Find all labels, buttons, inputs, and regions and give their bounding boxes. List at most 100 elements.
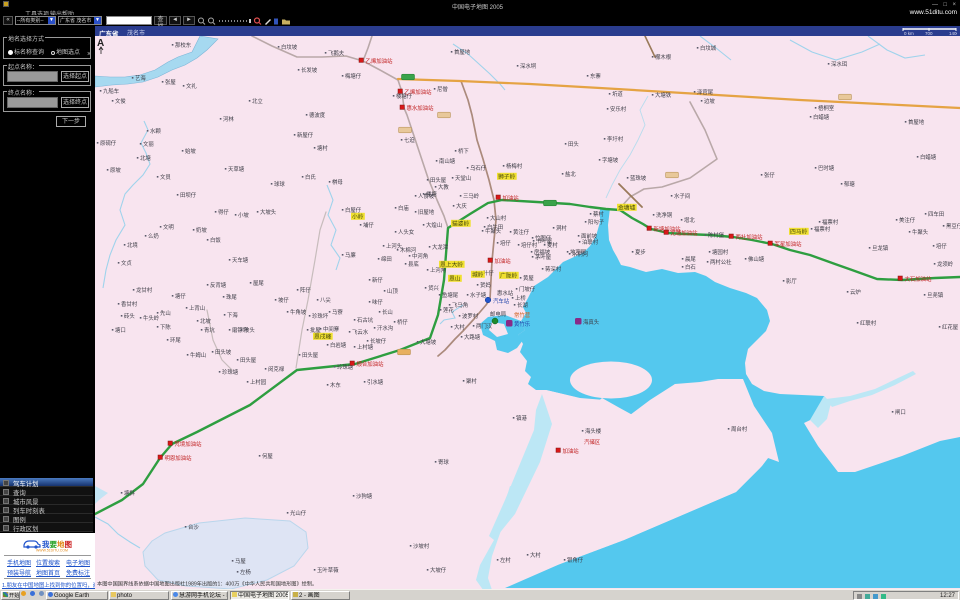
svg-text:尤塘加油站: 尤塘加油站 — [671, 229, 699, 237]
svg-text:镇港: 镇港 — [516, 414, 527, 422]
svg-text:门坡仔: 门坡仔 — [519, 285, 536, 293]
svg-text:云炉: 云炉 — [850, 288, 861, 296]
svg-text:木棉河: 木棉河 — [400, 246, 417, 254]
svg-text:田头屋: 田头屋 — [240, 356, 257, 364]
svg-text:闵克禄: 闵克禄 — [268, 365, 285, 373]
svg-text:两社加油站: 两社加油站 — [736, 233, 764, 241]
svg-text:牛姆山: 牛姆山 — [190, 351, 206, 359]
svg-text:贺妈: 贺妈 — [480, 281, 491, 289]
svg-text:狮子岭: 狮子岭 — [498, 173, 516, 181]
svg-text:大塘坡: 大塘坡 — [420, 338, 437, 346]
svg-text:蓝珠坡: 蓝珠坡 — [630, 174, 647, 182]
svg-text:首屋地: 首屋地 — [908, 118, 925, 126]
svg-text:文员: 文员 — [160, 173, 171, 181]
svg-text:新仔: 新仔 — [372, 276, 383, 284]
svg-text:圻道: 圻道 — [612, 90, 623, 98]
svg-text:大塘铁: 大塘铁 — [655, 91, 672, 99]
svg-text:增北: 增北 — [684, 216, 695, 224]
svg-text:寄球: 寄球 — [438, 458, 449, 466]
svg-text:七迫: 七迫 — [404, 136, 415, 144]
svg-text:牛聚头: 牛聚头 — [485, 227, 502, 235]
svg-text:大石加油站: 大石加油站 — [905, 275, 933, 283]
svg-text:先山: 先山 — [160, 309, 171, 317]
svg-text:深水垌: 深水垌 — [520, 62, 536, 70]
svg-text:九船车: 九船车 — [103, 87, 120, 95]
svg-text:北境: 北境 — [127, 241, 138, 249]
svg-text:人头女: 人头女 — [398, 228, 415, 236]
svg-text:牛聚头: 牛聚头 — [912, 228, 929, 236]
svg-text:台沙: 台沙 — [188, 523, 199, 531]
svg-text:面前坡: 面前坡 — [581, 232, 598, 240]
svg-text:阵仔: 阵仔 — [300, 286, 311, 294]
svg-text:上河头: 上河头 — [386, 242, 403, 250]
svg-text:白坟坡: 白坟坡 — [281, 43, 298, 51]
svg-text:梵境加油站: 梵境加油站 — [175, 440, 203, 448]
svg-text:红联村: 红联村 — [860, 319, 877, 327]
svg-text:山顶: 山顶 — [387, 287, 398, 295]
svg-text:长山: 长山 — [382, 308, 393, 316]
svg-text:茅叶屋: 茅叶屋 — [535, 253, 552, 261]
svg-text:恩山: 恩山 — [449, 275, 461, 283]
svg-text:石古坑: 石古坑 — [357, 316, 374, 324]
svg-text:顺合加油站: 顺合加油站 — [357, 360, 385, 368]
svg-text:东寨: 东寨 — [590, 72, 601, 80]
svg-text:长发坡: 长发坡 — [301, 66, 318, 74]
svg-text:田头屋: 田头屋 — [302, 351, 319, 359]
svg-text:光山仔: 光山仔 — [290, 509, 307, 517]
svg-text:加油站: 加油站 — [563, 447, 580, 455]
svg-text:乙烯加油站: 乙烯加油站 — [405, 88, 433, 96]
svg-text:福票村: 福票村 — [814, 225, 831, 233]
svg-text:白庙: 白庙 — [398, 204, 409, 212]
svg-text:何屋: 何屋 — [262, 452, 273, 460]
svg-text:长湖: 长湖 — [517, 301, 528, 309]
svg-text:洗净铜: 洗净铜 — [656, 211, 673, 219]
svg-text:牛角坡: 牛角坡 — [290, 308, 307, 316]
svg-text:惠水站: 惠水站 — [497, 289, 514, 297]
svg-text:原坡: 原坡 — [110, 166, 121, 174]
svg-text:洞村: 洞村 — [556, 224, 567, 232]
svg-text:两门汉: 两门汉 — [476, 322, 493, 330]
svg-text:蒋深村: 蒋深村 — [545, 265, 562, 273]
svg-text:上桥: 上桥 — [515, 294, 526, 302]
svg-text:北塘: 北塘 — [140, 154, 151, 162]
svg-text:培仔: 培仔 — [500, 239, 511, 247]
svg-text:陈村堡: 陈村堡 — [708, 231, 725, 239]
svg-text:首屋地: 首屋地 — [454, 48, 471, 56]
svg-text:塘斜: 塘斜 — [124, 489, 135, 497]
svg-text:大庆: 大庆 — [456, 202, 467, 210]
svg-text:文贞: 文贞 — [121, 259, 132, 267]
svg-text:八尖: 八尖 — [320, 296, 331, 304]
svg-text:飞云水: 飞云水 — [352, 328, 369, 336]
svg-text:大坡仔: 大坡仔 — [430, 566, 447, 574]
svg-text:泽官尾: 泽官尾 — [697, 88, 714, 96]
svg-text:味仔: 味仔 — [372, 298, 383, 306]
svg-text:天草塘: 天草塘 — [228, 165, 245, 173]
svg-text:闸口: 闸口 — [895, 408, 906, 416]
svg-text:杨梅村: 杨梅村 — [506, 162, 523, 170]
svg-text:珍珠塘: 珍珠塘 — [222, 368, 239, 376]
svg-text:常竹营: 常竹营 — [514, 311, 531, 319]
svg-text:下海: 下海 — [227, 311, 238, 319]
svg-text:田坝仔: 田坝仔 — [180, 191, 197, 199]
svg-text:城岭: 城岭 — [472, 271, 484, 279]
svg-text:大村: 大村 — [454, 323, 465, 331]
svg-text:水子塘: 水子塘 — [470, 291, 487, 299]
svg-text:麦村: 麦村 — [547, 241, 558, 249]
svg-text:巴时塘: 巴时塘 — [818, 164, 835, 172]
svg-text:棋母: 棋母 — [332, 178, 343, 186]
svg-text:原砚仔: 原砚仔 — [100, 139, 117, 147]
svg-text:红花屋: 红花屋 — [942, 323, 959, 331]
svg-text:沙坡村: 沙坡村 — [413, 542, 430, 550]
svg-text:田头: 田头 — [568, 140, 579, 148]
svg-text:700: 700 — [925, 31, 933, 35]
svg-text:水柄河: 水柄河 — [572, 250, 589, 258]
svg-text:汽储区: 汽储区 — [584, 438, 601, 446]
svg-text:梧桐室: 梧桐室 — [818, 104, 835, 112]
svg-text:人食坡: 人食坡 — [418, 192, 435, 200]
svg-text:天堂山: 天堂山 — [455, 174, 471, 182]
svg-text:尼僧: 尼僧 — [437, 85, 448, 93]
svg-text:龙须岭: 龙须岭 — [937, 260, 954, 268]
svg-text:聚村: 聚村 — [466, 377, 477, 385]
svg-text:汽车站: 汽车站 — [493, 297, 510, 305]
svg-text:佛山塘: 佛山塘 — [748, 255, 765, 263]
